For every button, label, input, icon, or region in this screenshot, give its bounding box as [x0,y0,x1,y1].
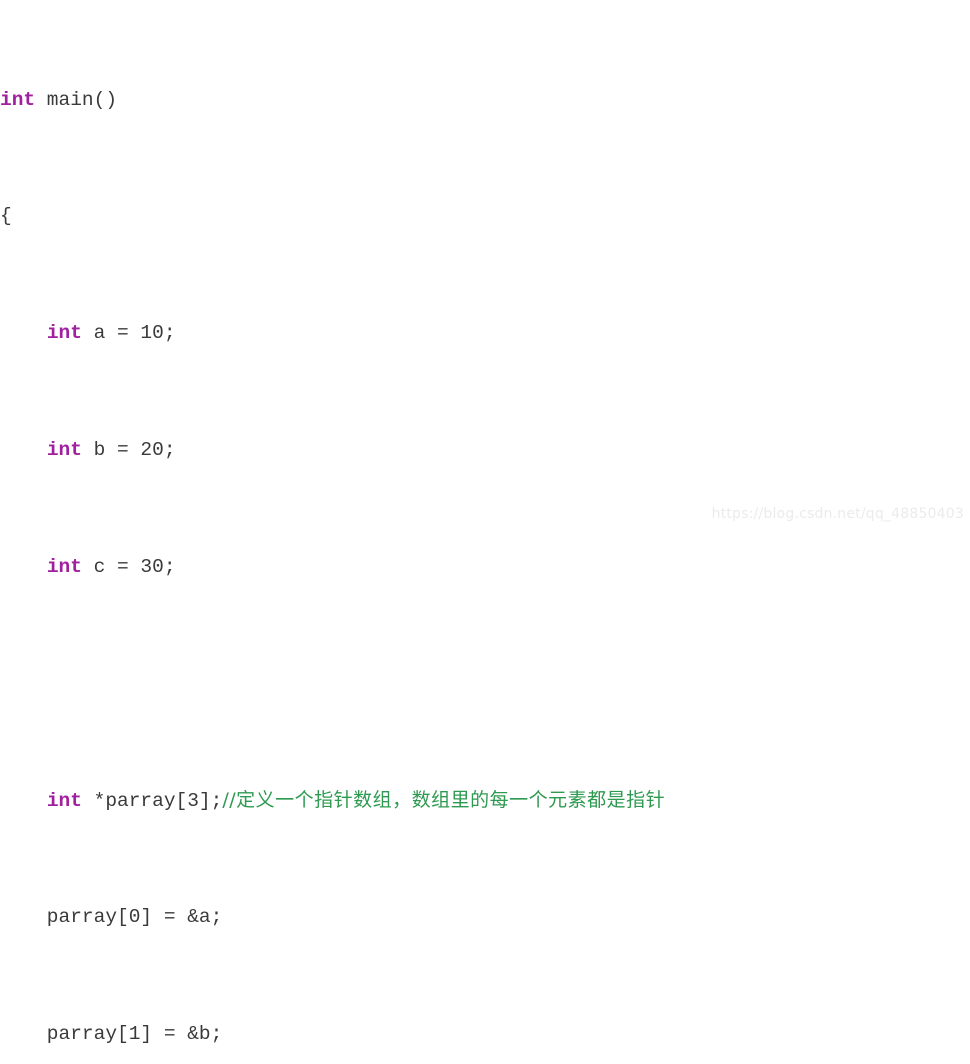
pointer-array-declaration: *parray[3]; [81,790,223,813]
assignment-parray-1: parray[1] = &b; [0,1022,223,1045]
code-line-5: int c = 30; [0,553,665,582]
code-line-2: { [0,202,665,231]
assignment-parray-0: parray[0] = &a; [0,906,223,929]
keyword-int: int [46,322,82,345]
code-line-9: parray[1] = &b; [0,1020,665,1049]
code-line-1: int main() [0,86,665,115]
keyword-int: int [0,88,36,111]
code-editor-surface: int main() { int a = 10; int b = 20; int… [0,0,970,1045]
source-code-block[interactable]: int main() { int a = 10; int b = 20; int… [0,0,665,1064]
keyword-int: int [46,790,82,813]
code-line-3: int a = 10; [0,319,665,348]
inline-comment: //定义一个指针数组，数组里的每一个元素都是指针 [222,789,666,812]
csdn-watermark: https://blog.csdn.net/qq_48850403 [711,506,964,522]
keyword-int: int [46,439,82,461]
code-line-8: parray[0] = &a; [0,903,665,932]
code-line-6-blank [0,670,665,699]
code-line-4: int b = 20; [0,436,665,465]
keyword-int: int [46,555,82,578]
code-line-7: int *parray[3];//定义一个指针数组，数组里的每一个元素都是指针 [0,786,665,815]
declaration-b: b = 20; [81,439,176,461]
function-signature-main: main() [35,88,118,111]
open-brace: { [0,205,12,228]
declaration-c: c = 30; [81,555,176,578]
declaration-a: a = 10; [81,322,176,345]
